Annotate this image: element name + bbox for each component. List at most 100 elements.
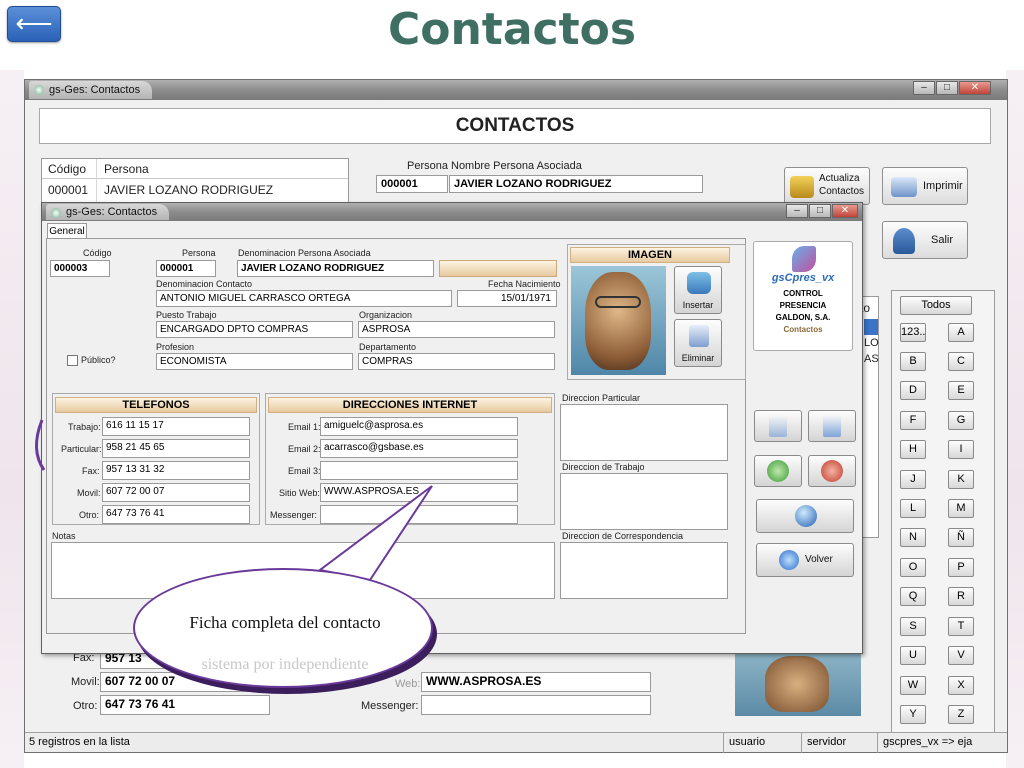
filter-u-button[interactable]: U — [900, 646, 926, 665]
profesion-field[interactable]: ECONOMISTA — [156, 353, 353, 370]
filter-enye-button[interactable]: Ñ — [948, 528, 974, 547]
imagen-header: IMAGEN — [570, 247, 730, 263]
filter-p-button[interactable]: P — [948, 558, 974, 577]
organizacion-field[interactable]: ASPROSA — [358, 321, 555, 338]
tel-fax-field[interactable]: 957 13 31 32 — [102, 461, 250, 480]
filter-h-button[interactable]: H — [900, 440, 926, 459]
filter-todos-button[interactable]: Todos — [900, 296, 972, 315]
dialog-maximize-button[interactable]: □ — [809, 204, 831, 218]
filter-m-button[interactable]: M — [948, 499, 974, 518]
den-persona-field[interactable]: JAVIER LOZANO RODRIGUEZ — [237, 260, 434, 277]
insertar-imagen-button[interactable]: Insertar — [674, 266, 722, 314]
filter-g-button[interactable]: G — [948, 411, 974, 430]
filter-x-button[interactable]: X — [948, 676, 974, 695]
tab-general[interactable]: General — [47, 223, 87, 239]
bg-otro-field[interactable]: 647 73 76 41 — [100, 695, 270, 715]
printer-icon — [891, 177, 917, 197]
caricature-face — [765, 656, 829, 712]
publico-checkbox[interactable] — [67, 355, 78, 366]
status-separator — [723, 733, 724, 753]
dialog-minimize-button[interactable]: – — [786, 204, 808, 218]
persona-lookup-button[interactable] — [439, 260, 557, 277]
close-button[interactable]: ✕ — [959, 81, 991, 95]
filter-f-button[interactable]: F — [900, 411, 926, 430]
persona-name-field[interactable]: JAVIER LOZANO RODRIGUEZ — [449, 175, 703, 193]
tel-particular-field[interactable]: 958 21 45 65 — [102, 439, 250, 458]
add-record-icon — [767, 460, 789, 482]
return-arrow-icon — [779, 550, 799, 570]
eliminar-imagen-button[interactable]: Eliminar — [674, 319, 722, 367]
email3-field[interactable] — [320, 461, 518, 480]
den-contacto-field[interactable]: ANTONIO MIGUEL CARRASCO ORTEGA — [156, 290, 452, 307]
tel-otro-field[interactable]: 647 73 76 41 — [102, 505, 250, 524]
delete-record-button[interactable] — [808, 455, 856, 487]
dir-trabajo-field[interactable] — [560, 473, 728, 530]
dir-correspondencia-field[interactable] — [560, 542, 728, 599]
filter-123-button[interactable]: 123.. — [900, 323, 926, 342]
codigo-field[interactable]: 000003 — [50, 260, 110, 277]
persona-field[interactable]: 000001 — [156, 260, 216, 277]
tel-trabajo-field[interactable]: 616 11 15 17 — [102, 417, 250, 436]
insertar-label: Insertar — [682, 300, 714, 310]
filter-o-button[interactable]: O — [900, 558, 926, 577]
den-persona-label: Denominacion Persona Asociada — [238, 248, 371, 258]
filter-a-button[interactable]: A — [948, 323, 974, 342]
messenger-field[interactable] — [320, 505, 518, 524]
contact-photo[interactable] — [571, 266, 666, 375]
callout-text: Ficha completa del contacto — [189, 613, 381, 632]
dialog-close-button[interactable]: ✕ — [832, 204, 858, 218]
tel-movil-field[interactable]: 607 72 00 07 — [102, 483, 250, 502]
filter-t-button[interactable]: T — [948, 617, 974, 636]
filter-s-button[interactable]: S — [900, 617, 926, 636]
logo-line: Contactos — [783, 325, 823, 334]
filter-r-button[interactable]: R — [948, 587, 974, 606]
delete-image-icon — [689, 325, 709, 347]
puesto-field[interactable]: ENCARGADO DPTO COMPRAS — [156, 321, 353, 338]
undo-button[interactable] — [808, 410, 856, 442]
maximize-button[interactable]: □ — [936, 81, 958, 95]
dir-trabajo-label: Direccion de Trabajo — [562, 462, 645, 472]
bg-web-field[interactable]: WWW.ASPROSA.ES — [421, 672, 651, 692]
filter-v-button[interactable]: V — [948, 646, 974, 665]
actualiza-contactos-button[interactable]: Actualiza Contactos — [784, 167, 870, 205]
fecha-nacimiento-field[interactable]: 15/01/1971 — [457, 290, 557, 307]
filter-y-button[interactable]: Y — [900, 705, 926, 724]
messenger-label: Messenger: — [270, 510, 318, 520]
email2-field[interactable]: acarrasco@gsbase.es — [320, 439, 518, 458]
filter-e-button[interactable]: E — [948, 381, 974, 400]
logo-name: gsCpres_vx — [771, 272, 835, 284]
filter-l-button[interactable]: L — [900, 499, 926, 518]
edit-button[interactable] — [754, 410, 802, 442]
filter-d-button[interactable]: D — [900, 381, 926, 400]
volver-button[interactable]: Volver — [756, 543, 854, 577]
filter-z-button[interactable]: Z — [948, 705, 974, 724]
dir-particular-field[interactable] — [560, 404, 728, 461]
web-button[interactable] — [756, 499, 854, 533]
filter-j-button[interactable]: J — [900, 470, 926, 489]
column-header-codigo[interactable]: Código — [48, 162, 86, 176]
bg-messenger-field[interactable] — [421, 695, 651, 715]
status-user: usuario — [729, 736, 766, 748]
filter-c-button[interactable]: C — [948, 352, 974, 371]
add-record-button[interactable] — [754, 455, 802, 487]
sitio-web-field[interactable]: WWW.ASPROSA.ES — [320, 483, 518, 502]
filter-k-button[interactable]: K — [948, 470, 974, 489]
filter-n-button[interactable]: N — [900, 528, 926, 547]
email1-label: Email 1: — [288, 422, 321, 432]
tel-fax-label: Fax: — [82, 466, 100, 476]
imprimir-button[interactable]: Imprimir — [882, 167, 968, 205]
table-row[interactable]: 000001 JAVIER LOZANO RODRIGUEZ — [42, 180, 348, 200]
salir-button[interactable]: Salir — [882, 221, 968, 259]
contacts-list[interactable]: Código Persona 000001 JAVIER LOZANO RODR… — [41, 158, 349, 204]
departamento-field[interactable]: COMPRAS — [358, 353, 555, 370]
persona-code-field[interactable]: 000001 — [376, 175, 448, 193]
minimize-button[interactable]: – — [913, 81, 935, 95]
column-header-persona[interactable]: Persona — [104, 162, 149, 176]
email1-field[interactable]: amiguelc@asprosa.es — [320, 417, 518, 436]
filter-i-button[interactable]: I — [948, 440, 974, 459]
filter-b-button[interactable]: B — [900, 352, 926, 371]
partial-text: LO — [864, 337, 879, 349]
filter-q-button[interactable]: Q — [900, 587, 926, 606]
filter-w-button[interactable]: W — [900, 676, 926, 695]
dialog-window-tab: gs-Ges: Contactos — [46, 204, 170, 220]
